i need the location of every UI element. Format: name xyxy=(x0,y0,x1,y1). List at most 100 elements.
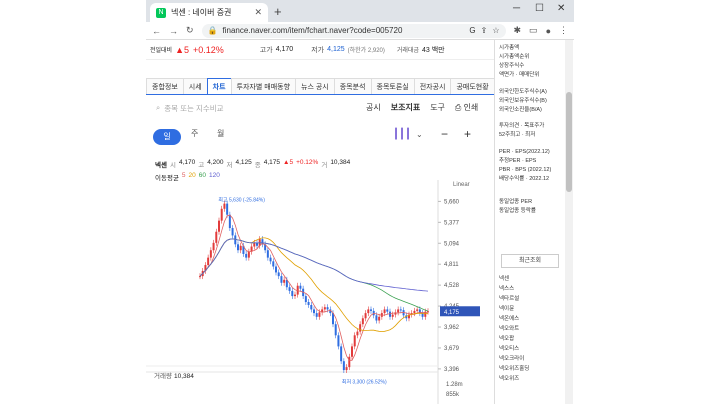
candle-body-57 xyxy=(353,335,356,347)
candle-body-35 xyxy=(294,294,296,297)
sidebar-recent-6[interactable]: 넥오팝 xyxy=(499,334,567,344)
tab-4[interactable]: 뉴스 공시 xyxy=(295,78,335,94)
price-chart[interactable]: Linear5,6605,3775,0944,8114,5284,2453,96… xyxy=(146,180,494,404)
chevron-down-icon[interactable]: ⌄ xyxy=(416,130,423,139)
sidebar-top-1: 시가총액순위 xyxy=(499,54,530,60)
tab-6[interactable]: 종목토론실 xyxy=(370,78,415,94)
reload-icon[interactable]: ↻ xyxy=(186,25,194,36)
candle-body-70 xyxy=(389,311,391,317)
open-value: 4,170 xyxy=(178,159,196,166)
min-label: 최저 3,300 (26.52%) xyxy=(342,378,387,385)
candle-type-icon[interactable]: ┃┃┃ xyxy=(393,129,411,140)
candle-body-50 xyxy=(334,324,337,336)
high-value: 4,200 xyxy=(207,159,224,166)
sidebar-foreign-2: 외국인소진율(B/A) xyxy=(499,107,542,113)
close-window-icon[interactable]: ✕ xyxy=(557,3,565,14)
low-label: 저가 xyxy=(311,46,325,54)
url-text: finance.naver.com/item/fchart.naver?code… xyxy=(222,26,403,35)
candle-body-79 xyxy=(413,310,416,314)
candle-body-33 xyxy=(288,287,291,291)
google-icon[interactable]: G xyxy=(469,26,475,35)
new-tab-button[interactable]: + xyxy=(274,4,282,19)
candle-body-47 xyxy=(326,307,329,310)
candle-body-31 xyxy=(283,279,286,283)
sidebar-recent-3[interactable]: 넥이뮨 xyxy=(499,304,567,314)
tool-draw[interactable]: 도구 xyxy=(430,102,445,113)
candle-body-39 xyxy=(304,296,307,303)
sidebar-recent-7[interactable]: 넥오티스 xyxy=(499,344,567,354)
candle-body-80 xyxy=(416,309,419,311)
amount-label: 거래대금 xyxy=(396,48,419,54)
lower-limit: (하한가 2,920) xyxy=(347,48,385,54)
y-tick-label-0: 5,660 xyxy=(444,199,460,205)
vol-label: 거 xyxy=(321,162,328,169)
sidebar-recent-5[interactable]: 넥오와트 xyxy=(499,324,567,334)
volume-label: 거래량 xyxy=(154,371,172,380)
y-tick-label-2: 5,094 xyxy=(444,241,460,247)
tool-indicator[interactable]: 보조지표 xyxy=(391,102,420,113)
tab-8[interactable]: 공매도현황 xyxy=(450,78,495,94)
extensions-icon[interactable]: ✱ xyxy=(514,25,522,36)
zoom-in-button[interactable]: + xyxy=(464,127,471,141)
open-label: 시 xyxy=(169,162,176,169)
tab-3[interactable]: 투자자별 매매동향 xyxy=(230,78,297,94)
candle-body-8 xyxy=(220,208,223,221)
minimize-icon[interactable]: ─ xyxy=(513,3,520,14)
period-day[interactable]: 일 xyxy=(153,129,181,145)
back-icon[interactable]: ← xyxy=(152,26,161,36)
tool-disclosure[interactable]: 공시 xyxy=(366,102,381,113)
url-field[interactable]: 🔒 finance.naver.com/item/fchart.naver?co… xyxy=(201,23,506,38)
close-tab-icon[interactable]: ✕ xyxy=(254,7,262,18)
sidebar-recent-4[interactable]: 넥온에스 xyxy=(499,314,567,324)
sidebar-opinion-1: 52주최고 · 최저 xyxy=(499,132,536,138)
y-tick-label-3: 4,811 xyxy=(444,262,459,268)
star-icon[interactable]: ☆ xyxy=(492,26,499,35)
sidebar-per-1: 추정PER · EPS xyxy=(499,158,537,164)
browser-tab[interactable]: N 넥센 : 네이버 증권 ✕ xyxy=(150,3,268,22)
candle-body-26 xyxy=(269,257,272,262)
tab-7[interactable]: 전자공시 xyxy=(413,78,452,94)
ma60-line xyxy=(199,238,429,312)
sidebar-top-2: 상장주식수 xyxy=(499,63,525,69)
sidebar-recent-0[interactable]: 넥센 xyxy=(499,274,567,284)
recent-views-title[interactable]: 최근조회 xyxy=(501,254,559,268)
sidebar-recent-10[interactable]: 넥오위즈 xyxy=(499,374,567,384)
candle-body-12 xyxy=(231,228,234,236)
high-label: 고 xyxy=(198,162,205,169)
candle-body-52 xyxy=(340,346,343,362)
print-label: 인쇄 xyxy=(463,103,479,112)
tab-0[interactable]: 종합정보 xyxy=(146,78,184,94)
share-icon[interactable]: ⇪ xyxy=(481,26,488,35)
period-month[interactable]: 월 xyxy=(217,128,224,139)
ohlc-legend: 넥센 시 4,170 고 4,200 저 4,125 종 4,175 ▲5 +0.12%… xyxy=(155,159,350,169)
scrollbar-thumb[interactable] xyxy=(566,92,572,192)
tab-2[interactable]: 차트 xyxy=(206,78,232,94)
sidebar-per-0: PER · EPS(2022.12) xyxy=(499,149,550,155)
sidebar-recent-9[interactable]: 넥오위즈홀딩 xyxy=(499,364,567,374)
amount-value: 43 백만 xyxy=(421,46,445,54)
zoom-out-button[interactable]: − xyxy=(441,127,448,141)
tab-1[interactable]: 시세 xyxy=(182,78,208,94)
compare-search[interactable]: ⌕ 종목 또는 지수비교 xyxy=(156,101,306,115)
sidebar-icon[interactable]: ▭ xyxy=(529,25,538,36)
period-week[interactable]: 주 xyxy=(191,128,198,139)
sidebar-recent-1[interactable]: 넥스스 xyxy=(499,284,567,294)
low-value: 4,125 xyxy=(235,159,252,166)
candle-body-6 xyxy=(215,231,218,243)
menu-icon[interactable]: ⋮ xyxy=(559,25,568,36)
candle-body-11 xyxy=(228,214,231,229)
candle-body-68 xyxy=(383,309,386,314)
tab-5[interactable]: 종목분석 xyxy=(333,78,372,94)
profile-icon[interactable]: ● xyxy=(546,26,551,36)
forward-icon[interactable]: → xyxy=(169,26,178,36)
candle-body-42 xyxy=(313,309,315,314)
tool-print[interactable]: ⎙ 인쇄 xyxy=(455,102,478,113)
candle-body-73 xyxy=(397,309,400,313)
candle-body-0 xyxy=(199,276,201,278)
search-placeholder: 종목 또는 지수비교 xyxy=(164,103,224,113)
sidebar-recent-8[interactable]: 넥오크라이 xyxy=(499,354,567,364)
prev-change: ▲5 xyxy=(175,44,190,55)
candle-body-15 xyxy=(239,245,242,251)
sidebar-recent-2[interactable]: 넥타르설 xyxy=(499,294,567,304)
maximize-icon[interactable]: ☐ xyxy=(535,3,544,14)
